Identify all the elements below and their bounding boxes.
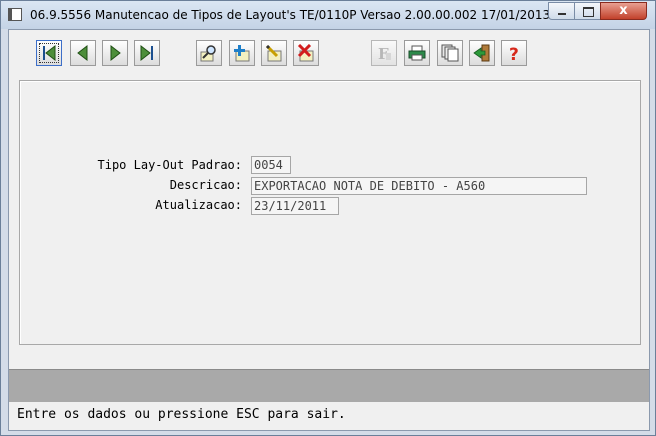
status-bar: Entre os dados ou pressione ESC para sai… [9, 402, 649, 430]
form-panel: Tipo Lay-Out Padrao: 0054 Descricao: EXP… [19, 80, 641, 345]
status-message: Entre os dados ou pressione ESC para sai… [17, 407, 346, 422]
next-record-button[interactable] [102, 40, 128, 66]
add-icon [234, 45, 250, 62]
delete-button[interactable] [293, 40, 319, 66]
modify-icon [265, 44, 282, 62]
title-bar[interactable]: 06.9.5556 Manutencao de Tipos de Layout'… [1, 1, 655, 29]
copy-button[interactable] [437, 40, 463, 66]
copy-icon [441, 44, 459, 62]
toolbar: F ? [9, 30, 649, 74]
close-button[interactable]: x [600, 2, 647, 20]
svg-text:?: ? [509, 45, 519, 62]
program-area: F ? Tipo Lay-Out Padrao: 0054 Descricao:… [8, 29, 650, 431]
last-record-button[interactable] [134, 40, 160, 66]
atualizacao-field[interactable]: 23/11/2011 [251, 197, 339, 215]
search-icon [200, 45, 216, 62]
bottom-band [9, 369, 649, 402]
tipo-layout-label: Tipo Lay-Out Padrao: [97, 158, 243, 172]
descricao-label: Descricao: [169, 178, 242, 192]
help-button[interactable]: ? [501, 40, 527, 66]
window-title: 06.9.5556 Manutencao de Tipos de Layout'… [30, 8, 597, 22]
filter-icon: F [378, 45, 391, 62]
printer-icon [408, 45, 426, 61]
delete-icon [297, 44, 314, 62]
help-icon: ? [509, 45, 519, 62]
exit-icon [473, 44, 490, 62]
first-record-icon [43, 44, 56, 62]
app-icon[interactable] [8, 8, 22, 21]
print-button[interactable] [404, 40, 430, 66]
atualizacao-label: Atualizacao: [155, 198, 242, 212]
previous-record-icon [77, 44, 88, 62]
modify-button[interactable] [261, 40, 287, 66]
minimize-button[interactable] [548, 2, 575, 20]
filter-button[interactable]: F [371, 40, 397, 66]
first-record-button[interactable] [36, 40, 62, 66]
descricao-field[interactable]: EXPORTACAO NOTA DE DEBITO - A560 [251, 177, 587, 195]
add-button[interactable] [229, 40, 255, 66]
last-record-icon [140, 44, 153, 62]
maximize-button[interactable] [574, 2, 601, 20]
application-window: 06.9.5556 Manutencao de Tipos de Layout'… [0, 0, 656, 436]
next-record-icon [110, 44, 121, 62]
previous-record-button[interactable] [70, 40, 96, 66]
exit-button[interactable] [469, 40, 495, 66]
close-icon: x [619, 3, 628, 18]
search-button[interactable] [196, 40, 222, 66]
tipo-layout-field[interactable]: 0054 [251, 156, 291, 174]
